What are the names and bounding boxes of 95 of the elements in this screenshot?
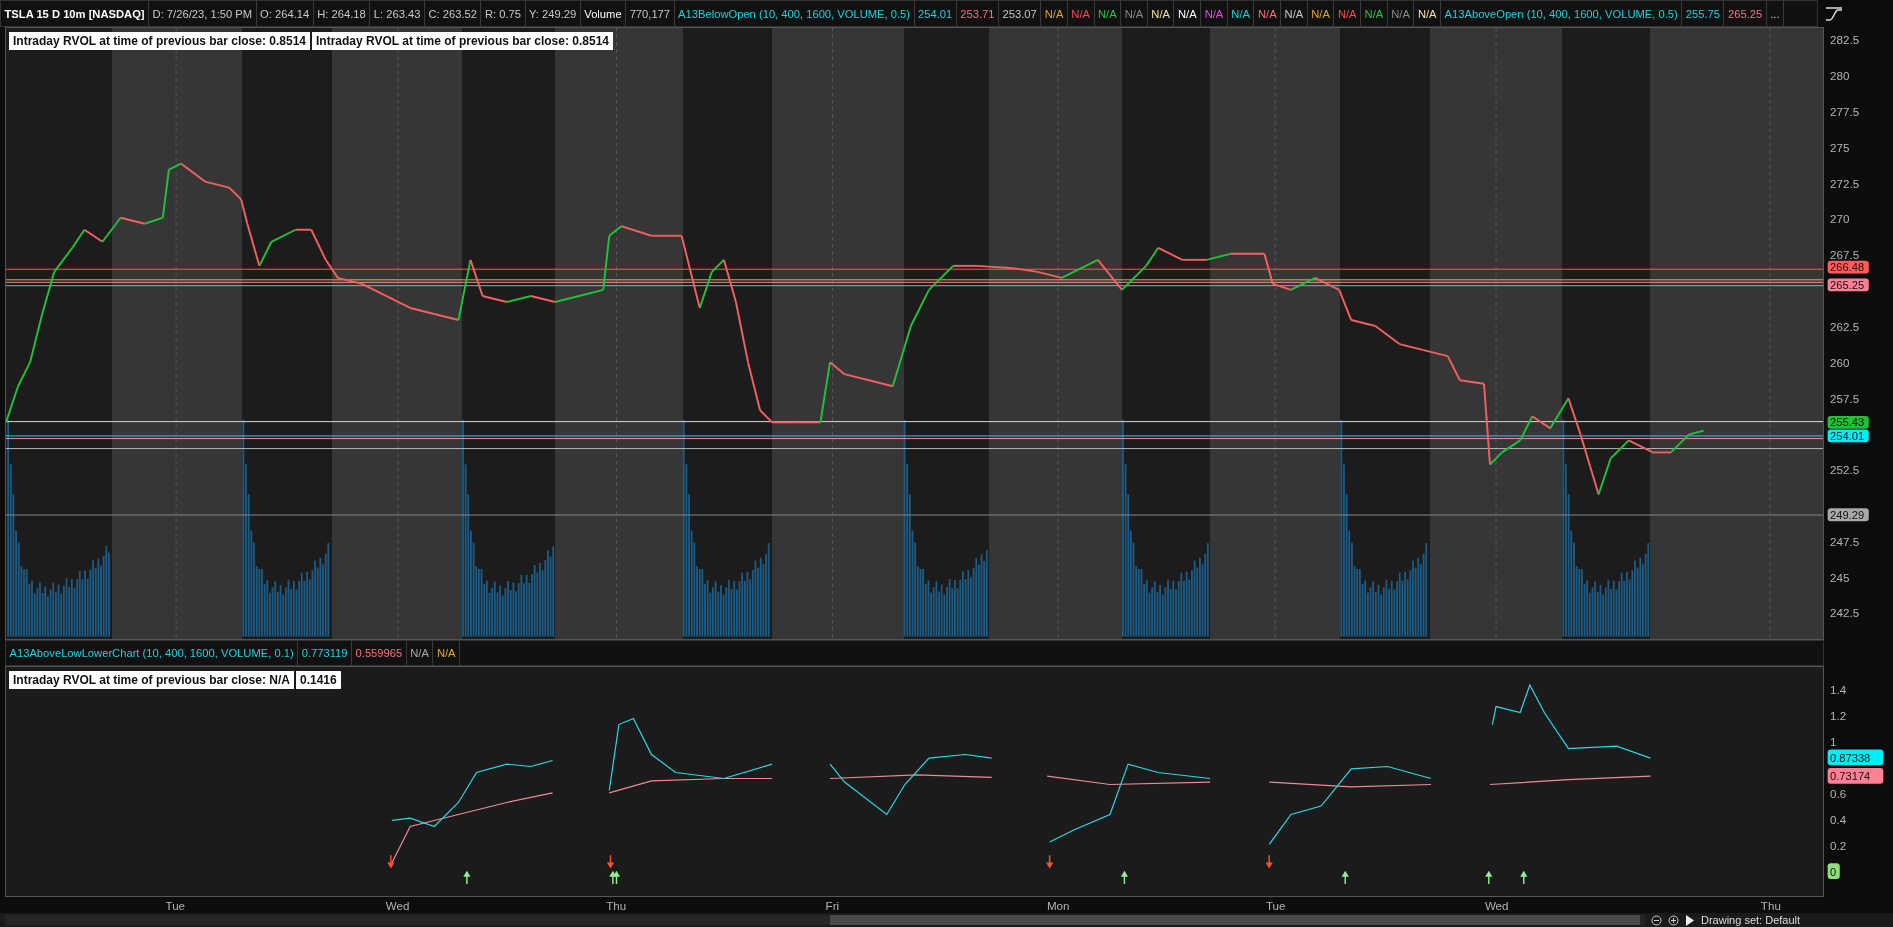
header-value: N/A: [1414, 1, 1442, 26]
header-value: N/A: [1387, 1, 1415, 26]
day-label: Mon: [1046, 899, 1070, 912]
day-label: Fri: [825, 899, 840, 912]
study-value: 0.559965: [352, 641, 407, 665]
header-value: N/A: [1334, 1, 1362, 26]
day-label: Tue: [165, 899, 186, 912]
price-badge: 254.01: [1827, 429, 1869, 443]
price-tick: 262.5: [1830, 319, 1860, 333]
price-tick: 280: [1830, 69, 1850, 83]
price-tick: 260: [1830, 355, 1850, 369]
down-arrow-icon: [387, 855, 395, 869]
indicator-tick: 0.4: [1830, 812, 1847, 826]
indicator-badge: 0.87338: [1827, 749, 1884, 766]
price-tick: 267.5: [1830, 248, 1860, 262]
indicator-badge: 0: [1827, 863, 1840, 879]
study-value: 0.773119: [298, 641, 353, 665]
price-badge: 265.25: [1827, 278, 1869, 292]
price-tick: 277.5: [1830, 105, 1860, 119]
header-value: 265.25: [1724, 1, 1767, 26]
rvol-label: Intraday RVOL at time of previous bar close: N/A: [9, 671, 294, 689]
scrollbar[interactable]: [5, 915, 1645, 925]
price-tick: 282.5: [1830, 33, 1860, 47]
symbol-label: TSLA 15 D 10m [NASDAQ]: [1, 1, 150, 26]
up-arrow-icon: [1485, 870, 1493, 884]
header-value: N/A: [1227, 1, 1255, 26]
indicator-tick: 0.2: [1830, 838, 1847, 852]
down-arrow-icon: [1265, 855, 1273, 869]
price-tick: 245: [1830, 570, 1850, 584]
header-value: H: 264.18: [313, 1, 371, 26]
header-value: N/A: [1067, 1, 1095, 26]
header-value: N/A: [1254, 1, 1282, 26]
header-value: N/A: [1201, 1, 1228, 26]
price-tick: 275: [1830, 140, 1850, 154]
header-value: 254.01: [914, 1, 957, 26]
down-arrow-icon: [606, 855, 615, 869]
day-label: Thu: [1760, 899, 1781, 912]
header-value: ...: [1766, 1, 1785, 26]
up-arrow-icon: [1520, 870, 1528, 884]
up-arrow-icon: [463, 870, 471, 884]
price-badge: 249.29: [1827, 508, 1869, 522]
header-value: N/A: [1121, 1, 1148, 26]
up-arrow-icon: [1341, 870, 1349, 884]
price-tick: 272.5: [1830, 176, 1860, 190]
rvol-label: Intraday RVOL at time of previous bar close: 0.8514: [9, 32, 310, 50]
header-value: 255.75: [1682, 1, 1725, 26]
header-value: C: 263.52: [424, 1, 482, 26]
indicator-tick: 0.6: [1830, 786, 1847, 800]
indicator-tick: 1.2: [1830, 708, 1847, 722]
study-value: N/A: [433, 641, 461, 665]
rvol-label: 0.1416: [295, 671, 341, 689]
indicator-badge: 0.73174: [1827, 767, 1884, 784]
header-value: A13BelowOpen (10, 400, 1600, VOLUME, 0.5): [674, 1, 915, 26]
price-badge: 266.48: [1827, 260, 1869, 274]
header-value: O: 264.14: [256, 1, 314, 26]
day-label: Wed: [385, 899, 410, 912]
price-tick: 242.5: [1830, 606, 1860, 620]
header-value: N/A: [1174, 1, 1202, 26]
header-value: N/A: [1281, 1, 1308, 26]
header-value: R: 0.75: [481, 1, 526, 26]
up-arrow-icon: [612, 870, 621, 884]
up-arrow-icon: [1120, 870, 1129, 884]
price-tick: 257.5: [1830, 391, 1860, 405]
header-value: N/A: [1147, 1, 1175, 26]
study-value: A13AboveLowLowerChart (10, 400, 1600, VOLUME, 0.1): [6, 641, 299, 665]
header-value: Y: 249.29: [525, 1, 581, 26]
header-value: 253.07: [999, 1, 1042, 26]
day-label: Wed: [1484, 899, 1509, 912]
price-badge: 255.43: [1827, 416, 1869, 429]
indicator-tick: 1.4: [1830, 682, 1847, 696]
header-value: N/A: [1094, 1, 1122, 26]
header-value: Volume: [580, 1, 627, 26]
header-value: D: 7/26/23, 1:50 PM: [149, 1, 257, 26]
header-value: N/A: [1361, 1, 1388, 26]
rvol-label: Intraday RVOL at time of previous bar close: 0.8514: [312, 32, 613, 50]
header-value: 770,177: [626, 1, 675, 26]
price-tick: 247.5: [1830, 534, 1860, 548]
drawing-set-label[interactable]: Drawing set: Default: [1701, 914, 1801, 926]
price-tick: 252.5: [1830, 463, 1860, 477]
zoom-out-icon[interactable]: [1651, 914, 1662, 926]
header-value: 253.71: [956, 1, 999, 26]
indicator-tick: 1: [1830, 734, 1837, 748]
header-value: A13AboveOpen (10, 400, 1600, VOLUME, 0.5): [1441, 1, 1683, 26]
header-value: N/A: [1307, 1, 1335, 26]
style-curve-icon[interactable]: [1824, 5, 1845, 22]
price-tick: 270: [1830, 212, 1850, 226]
scrollbar-thumb[interactable]: [830, 915, 1640, 925]
day-label: Thu: [606, 899, 627, 912]
down-arrow-icon: [1046, 855, 1054, 869]
zoom-in-icon[interactable]: [1668, 914, 1679, 926]
play-icon[interactable]: [1685, 914, 1695, 926]
header-value: N/A: [1041, 1, 1068, 26]
day-label: Tue: [1265, 899, 1286, 912]
study-value: N/A: [406, 641, 434, 665]
header-value: L: 263.43: [370, 1, 425, 26]
